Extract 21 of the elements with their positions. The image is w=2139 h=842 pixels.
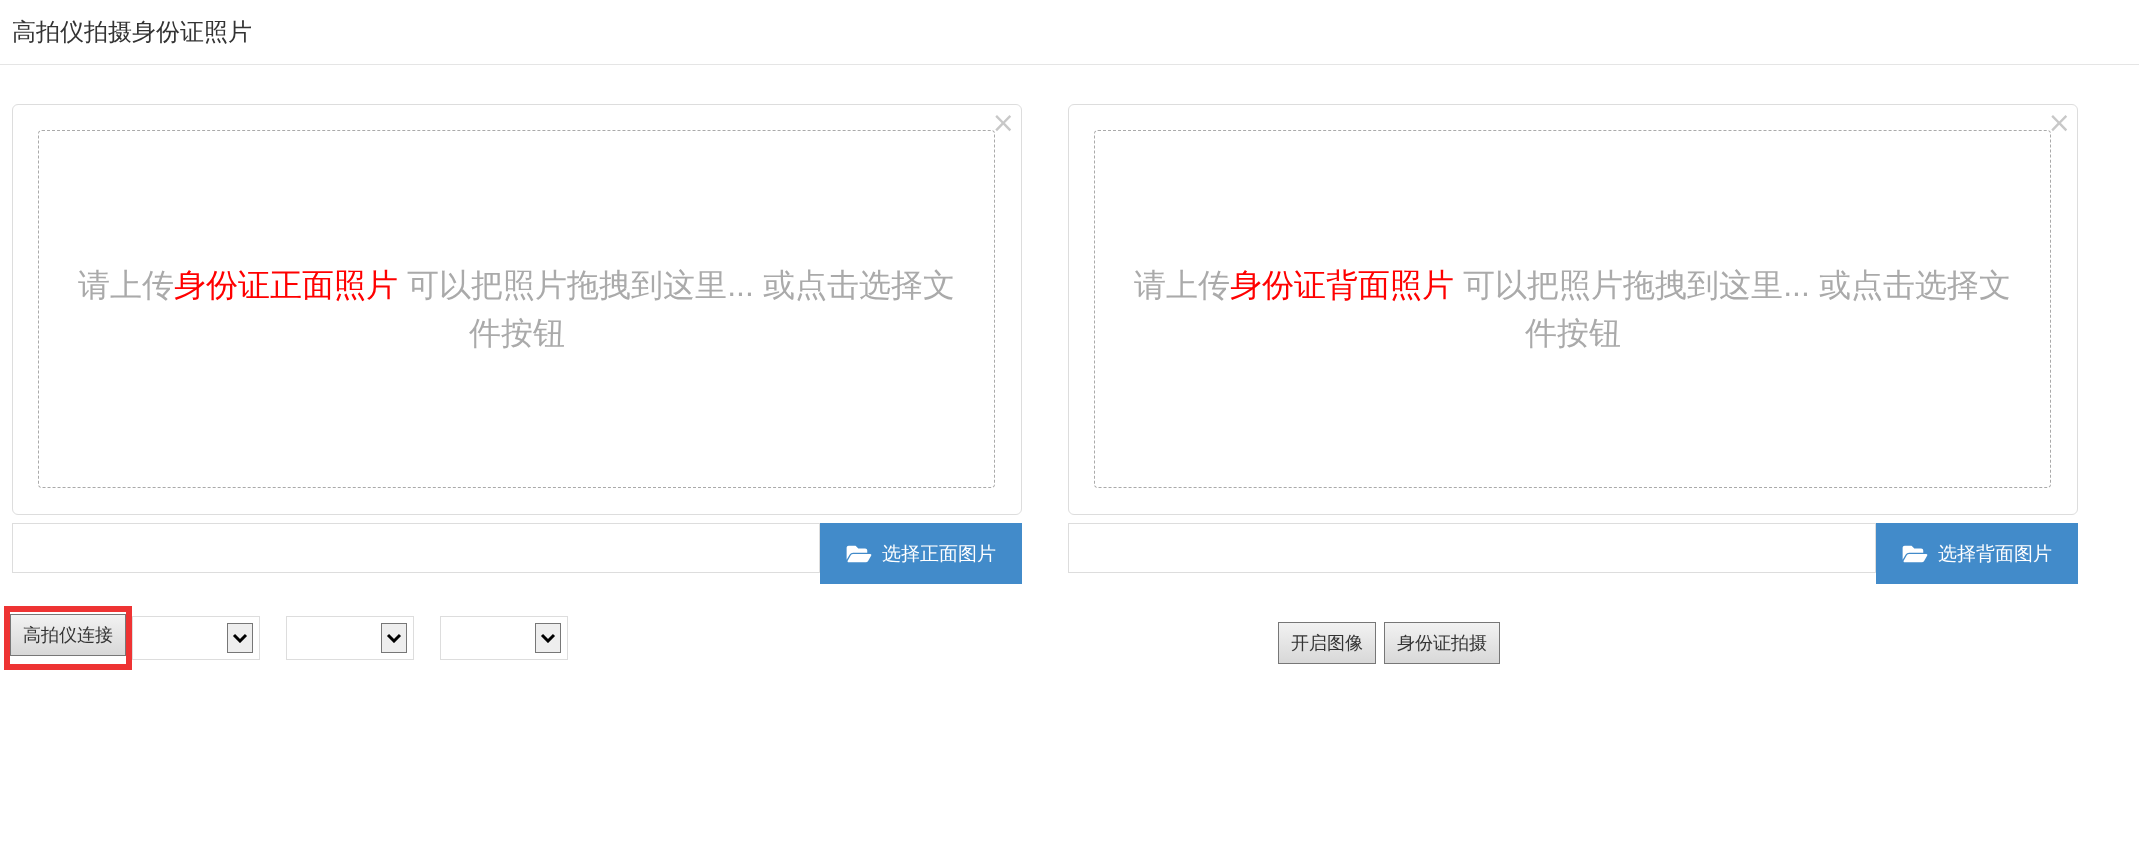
dropdown-arrow-button[interactable] <box>227 623 253 653</box>
upload-prompt: 请上传身份证背面照片 可以把照片拖拽到这里... 或点击选择文件按钮 <box>1133 266 2012 353</box>
file-path-field[interactable] <box>1068 523 1876 573</box>
dropdown-arrow-button[interactable] <box>381 623 407 653</box>
choose-image-button[interactable]: 选择正面图片 <box>820 523 1022 584</box>
action-button[interactable]: 身份证拍摄 <box>1384 621 1500 664</box>
chevron-down-icon <box>386 633 402 643</box>
action-button[interactable]: 开启图像 <box>1278 621 1376 664</box>
drop-zone[interactable]: 请上传身份证背面照片 可以把照片拖拽到这里... 或点击选择文件按钮 <box>1094 130 2051 488</box>
file-path-field[interactable] <box>12 523 820 573</box>
upload-prompt: 请上传身份证正面照片 可以把照片拖拽到这里... 或点击选择文件按钮 <box>77 266 956 353</box>
connect-button[interactable]: 高拍仪连接 <box>10 614 126 656</box>
chevron-down-icon <box>232 633 248 643</box>
dropdown-arrow-button[interactable] <box>535 623 561 653</box>
choose-image-button[interactable]: 选择背面图片 <box>1876 523 2078 584</box>
page-title: 高拍仪拍摄身份证照片 <box>12 17 252 47</box>
dropdown-select[interactable] <box>440 616 568 660</box>
dropdown-select[interactable] <box>286 616 414 660</box>
chevron-down-icon <box>540 633 556 643</box>
drop-zone[interactable]: 请上传身份证正面照片 可以把照片拖拽到这里... 或点击选择文件按钮 <box>38 130 995 488</box>
dropdown-select[interactable] <box>132 616 260 660</box>
